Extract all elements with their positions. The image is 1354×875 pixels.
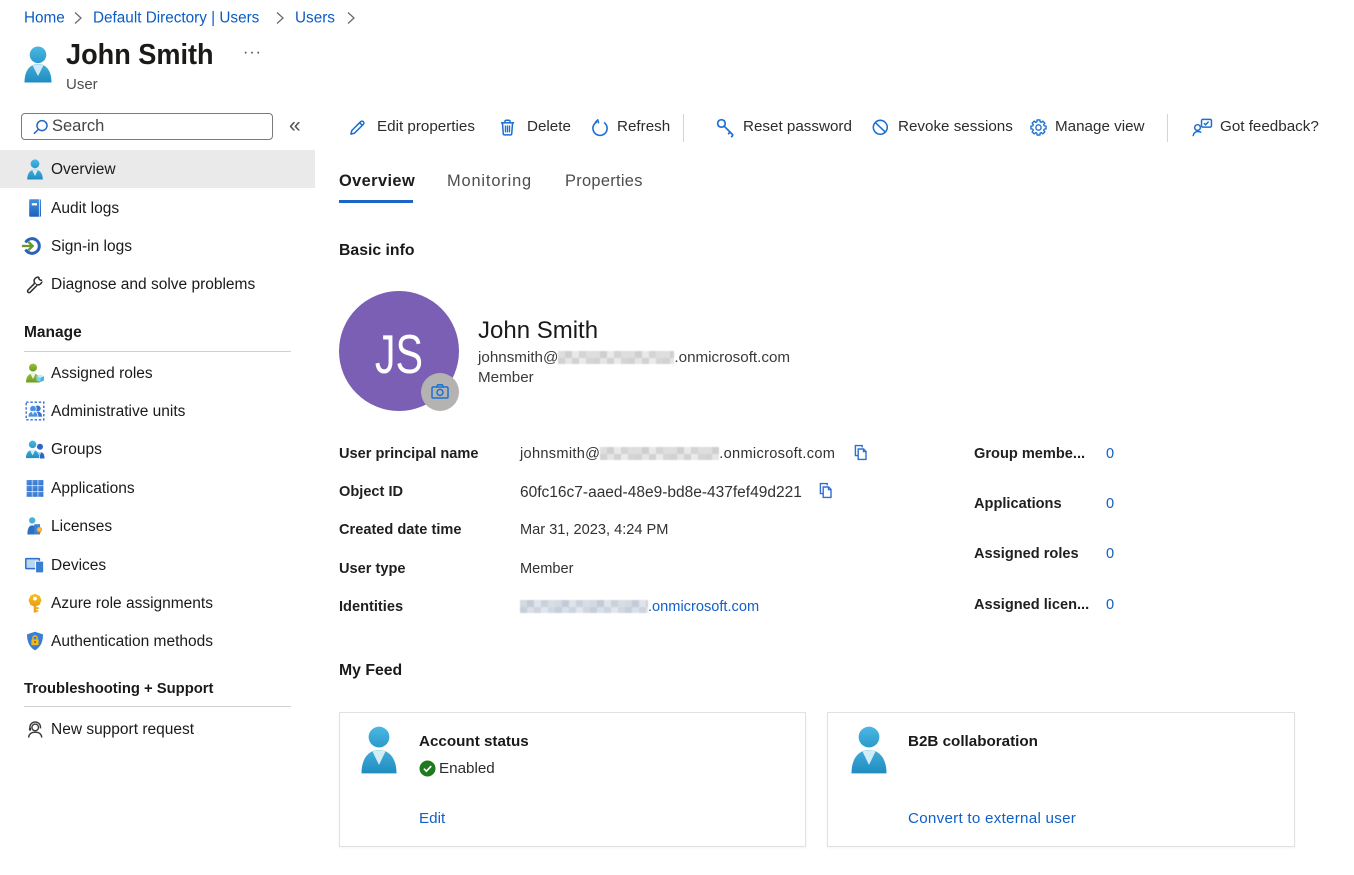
svg-text:Default Directory | Users: Default Directory | Users — [93, 10, 260, 27]
svg-text:Users: Users — [295, 10, 335, 27]
svg-text:Home: Home — [24, 10, 65, 27]
